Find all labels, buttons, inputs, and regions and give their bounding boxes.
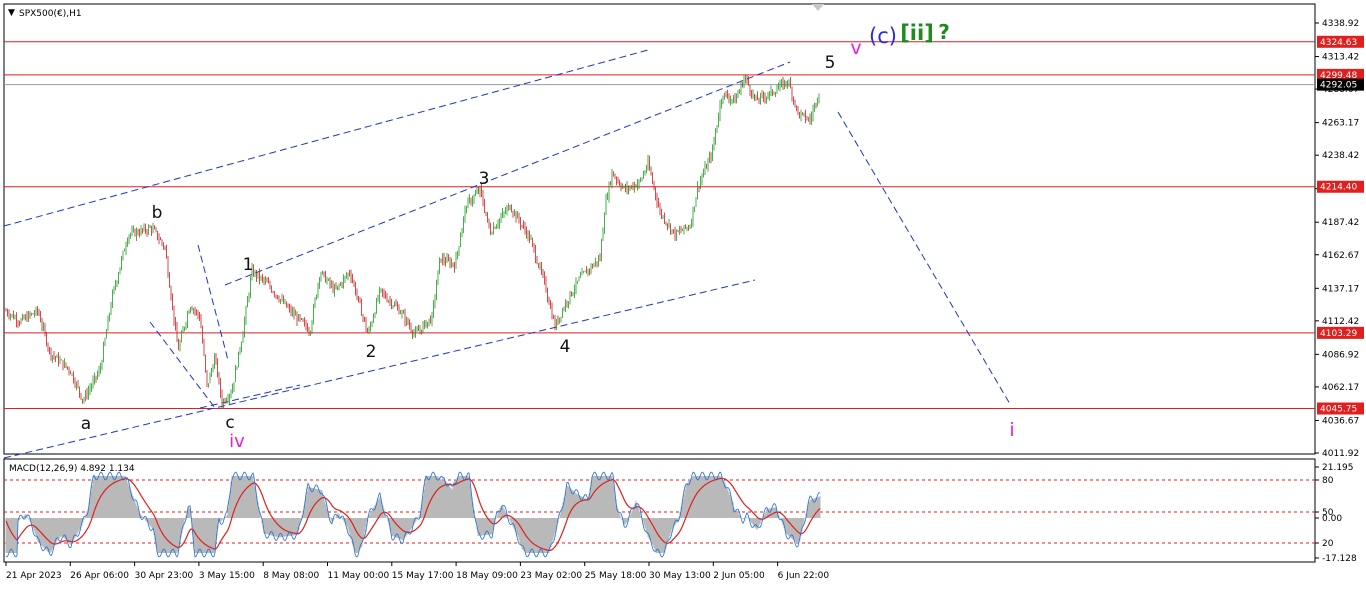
wave-label-5: 5	[825, 53, 836, 73]
time-tick-label: 21 Apr 2023	[6, 571, 62, 581]
time-tick-label: 2 Jun 05:00	[713, 571, 765, 581]
time-tick-label: 18 May 09:00	[456, 571, 518, 581]
price-tick-label: 4011.92	[1322, 449, 1359, 459]
time-tick-label: 15 May 17:00	[392, 571, 454, 581]
price-tick-label: 4162.67	[1322, 251, 1359, 261]
macd-tick-label: 80	[1322, 476, 1334, 486]
macd-tick-label: 20	[1322, 539, 1334, 549]
time-tick-label: 30 Apr 23:00	[135, 571, 194, 581]
time-tick-label: 26 Apr 06:00	[70, 571, 129, 581]
price-tick-label: 4062.17	[1322, 383, 1359, 393]
wave-label-ii: [ii]	[900, 21, 934, 45]
time-tick-label: 30 May 13:00	[649, 571, 711, 581]
price-tick-label: 4313.42	[1322, 53, 1359, 63]
wave-label-3: 3	[479, 169, 490, 189]
wave-label-2: 2	[366, 342, 377, 362]
time-tick-label: 25 May 18:00	[585, 571, 647, 581]
time-tick-label: 23 May 02:00	[520, 571, 582, 581]
price-tick-label: 4036.67	[1322, 416, 1359, 426]
time-tick-label: 3 May 15:00	[199, 571, 255, 581]
time-tick-label: 6 Jun 22:00	[778, 571, 830, 581]
wave-label-1: 1	[243, 255, 254, 275]
wave-label-a: a	[81, 414, 91, 434]
price-tick-label: 4338.92	[1322, 19, 1359, 29]
wave-label-iv: iv	[229, 431, 245, 452]
macd-title: MACD(12,26,9) 4.892 1.134	[9, 464, 135, 474]
price-tick-label: 4187.42	[1322, 218, 1359, 228]
time-tick-label: 8 May 08:00	[263, 571, 319, 581]
macd-tick-label: 21.195	[1322, 463, 1354, 473]
symbol-title: SPX500(€),H1	[19, 9, 82, 19]
price-tick-label: 4086.92	[1322, 350, 1359, 360]
macd-tick-label: 0.00	[1322, 514, 1342, 524]
wave-label-c-paren: (c)	[869, 24, 897, 48]
macd-tick-label: -17.128	[1322, 554, 1357, 564]
wave-label-4: 4	[560, 337, 571, 357]
level-tag-label: 4214.40	[1320, 183, 1357, 193]
wave-label-question: ?	[938, 20, 950, 44]
current-price-label: 4292.05	[1320, 81, 1357, 91]
level-tag-label: 4103.29	[1320, 329, 1357, 339]
price-tick-label: 4137.17	[1322, 284, 1359, 294]
time-tick-label: 11 May 00:00	[328, 571, 390, 581]
level-tag-label: 4045.75	[1320, 405, 1357, 415]
price-tick-label: 4238.42	[1322, 151, 1359, 161]
wave-label-i: i	[1009, 419, 1014, 441]
wave-label-v: v	[850, 37, 861, 59]
price-tick-label: 4263.17	[1322, 119, 1359, 129]
level-tag-label: 4324.63	[1320, 38, 1357, 48]
trading-chart[interactable]: 21.195 80 50 0.00 20 -17.128 4338.92 4313.42 42…	[0, 0, 1366, 588]
wave-label-b: b	[152, 203, 163, 223]
price-panel[interactable]	[3, 3, 1316, 455]
price-tick-label: 4112.42	[1322, 317, 1359, 327]
wave-label-c: c	[225, 413, 234, 433]
collapse-arrow-icon[interactable]: ▼	[8, 8, 15, 18]
chart-canvas[interactable]: 21.19580500.0020-17.128 4338.924313.4242…	[0, 0, 1366, 588]
